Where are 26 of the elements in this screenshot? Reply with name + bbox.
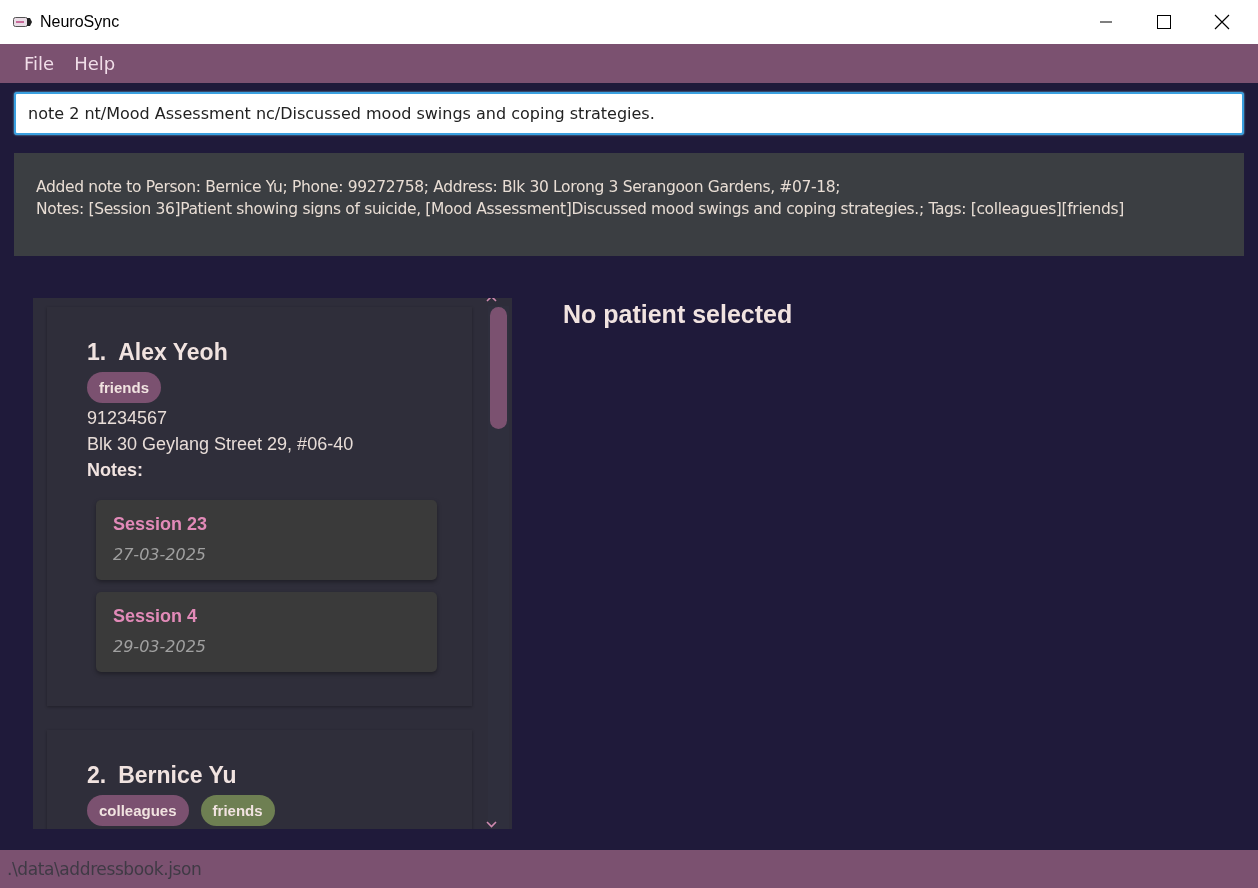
note-card[interactable]: Session 23 27-03-2025 <box>96 500 437 580</box>
patient-name: Alex Yeoh <box>118 339 228 366</box>
address-text: Blk 30 Geylang Street 29, #06-40 <box>87 433 355 456</box>
note-title: Session 23 <box>113 514 209 535</box>
note-title: Session 4 <box>113 606 199 627</box>
patient-index: 1. <box>87 339 107 366</box>
menu-item[interactable]: Help <box>64 53 126 74</box>
patient-name: Bernice Yu <box>118 762 237 789</box>
note-card[interactable]: Session 4 29-03-2025 <box>96 592 437 672</box>
result-text: Added note to Person: Bernice Yu; Phone: 99272758; Address: Blk 30 Lorong 3 Serangoon Gardens, #07-18; <box>36 177 842 198</box>
patient-index: 2. <box>87 762 107 789</box>
empty-detail-message: No patient selected <box>563 300 793 330</box>
result-text: Notes: [Session 36]Patient showing signs of suicide, [Mood Assessment]Discussed mood swings and coping strategies.; Tags: [colleagues][friends] <box>36 199 1125 220</box>
command-field[interactable]: note 2 nt/Mood Assessment nc/Discussed mood swings and coping strategies. <box>14 92 1244 135</box>
note-date: 29-03-2025 <box>113 637 207 656</box>
phone-number: 91234567 <box>87 407 169 430</box>
note-date: 27-03-2025 <box>113 545 207 564</box>
file-path: .\data\addressbook.json <box>7 859 202 879</box>
tag: friends <box>87 372 161 403</box>
tag: friends <box>200 795 275 826</box>
notes-label: Notes: <box>87 459 144 482</box>
menu-item[interactable]: File <box>14 53 65 74</box>
window-title: NeuroSync <box>40 13 121 31</box>
patient-card[interactable]: 2. Bernice Yu colleagues friends <box>47 730 472 829</box>
tag: colleagues <box>87 795 189 826</box>
patient-card[interactable]: 1. Alex Yeoh friends 91234567 Blk 30 Geylang Street 29, #06-40 Notes: Session 23 27-03-2025 Session 4 29-03-2025 <box>47 307 472 706</box>
